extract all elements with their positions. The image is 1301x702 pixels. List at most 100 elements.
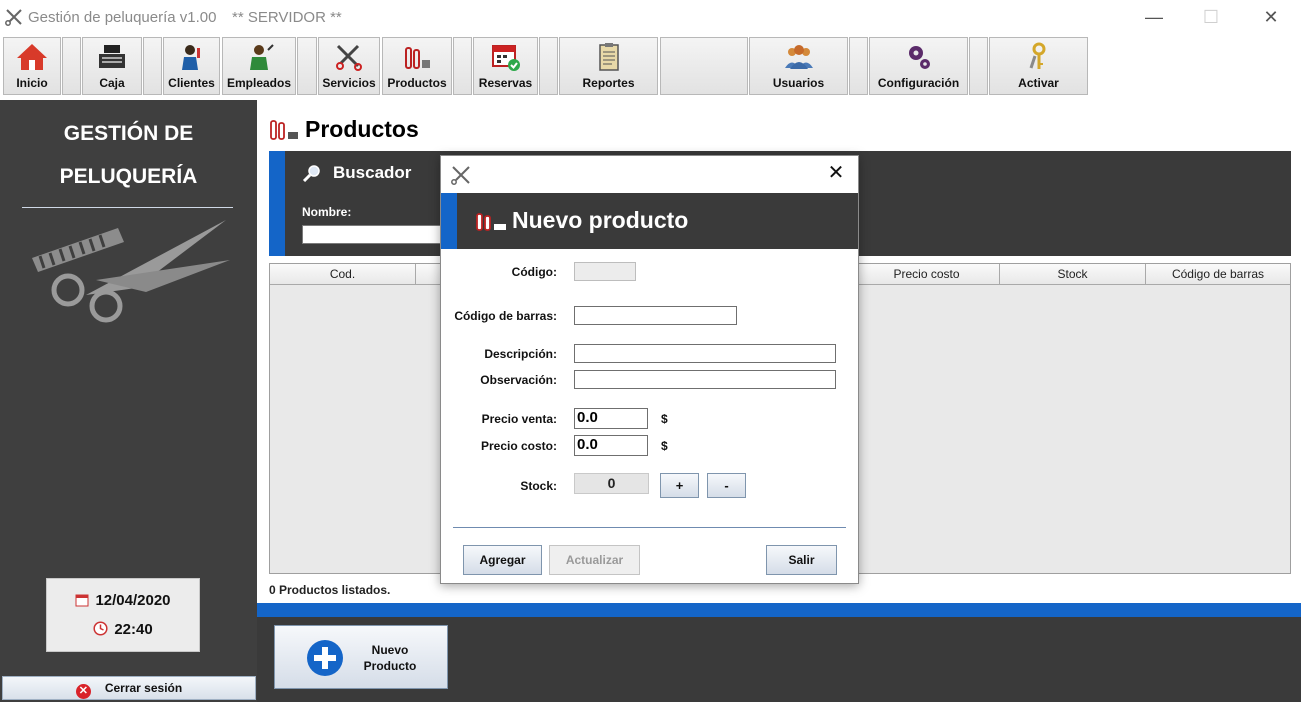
add-button[interactable]: Agregar xyxy=(463,545,542,575)
dialog-header-accent xyxy=(441,193,457,249)
toolbar-spacer xyxy=(143,37,162,95)
magnifier-icon xyxy=(302,165,320,182)
toolbar-reservas-button[interactable]: Reservas xyxy=(473,37,538,95)
calendar-small-icon xyxy=(75,594,89,607)
toolbar-servicios-label: Servicios xyxy=(322,76,376,90)
stock-value: 0 xyxy=(574,473,649,494)
time-row: 22:40 xyxy=(47,621,199,638)
dialog-close-button[interactable]: ✕ xyxy=(824,162,848,186)
observacion-label: Observación: xyxy=(480,373,557,387)
dialog-titlebar: ✕ xyxy=(441,156,858,193)
toolbar-reservas-label: Reservas xyxy=(478,76,533,90)
toolbar-productos-button[interactable]: Productos xyxy=(382,37,452,95)
precio-costo-currency: $ xyxy=(661,439,668,453)
dialog-title: Nuevo producto xyxy=(512,207,689,233)
observacion-field[interactable] xyxy=(574,370,836,389)
scissors-comb-icon xyxy=(451,166,470,185)
logout-label: Cerrar sesión xyxy=(104,681,183,695)
column-header-precio-costo[interactable]: Precio costo xyxy=(854,264,1000,285)
codigo-label: Código: xyxy=(511,265,557,279)
stock-label: Stock: xyxy=(520,479,557,493)
name-label: Nombre: xyxy=(302,205,352,219)
toolbar-clientes-button[interactable]: Clientes xyxy=(163,37,220,95)
toolbar-activar-label: Activar xyxy=(1018,76,1059,90)
precio-venta-label: Precio venta: xyxy=(481,412,557,426)
toolbar-spacer xyxy=(660,37,748,95)
codigo-barras-field[interactable] xyxy=(574,306,737,325)
toolbar-empleados-button[interactable]: Empleados xyxy=(222,37,296,95)
cash-register-icon xyxy=(99,45,125,68)
toolbar-configuracion-button[interactable]: Configuración xyxy=(869,37,968,95)
toolbar-servicios-button[interactable]: Servicios xyxy=(318,37,380,95)
date-time-box: 12/04/2020 22:40 xyxy=(46,578,200,652)
toolbar-configuracion-label: Configuración xyxy=(877,76,960,90)
main-toolbar: Inicio Caja Clientes Empleados Servicios… xyxy=(0,34,1301,100)
logout-button[interactable]: ✕ Cerrar sesión xyxy=(2,676,256,700)
toolbar-inicio-label: Inicio xyxy=(16,76,48,90)
scissors-comb-logo-icon xyxy=(32,220,230,323)
plus-circle-icon xyxy=(307,640,343,676)
new-product-button[interactable]: Nuevo Producto xyxy=(274,625,448,689)
toolbar-activar-button[interactable]: Activar xyxy=(989,37,1088,95)
date-row: 12/04/2020 xyxy=(47,592,199,609)
toolbar-spacer xyxy=(969,37,988,95)
services-icon xyxy=(336,44,362,71)
new-product-dialog: ✕ Nuevo producto Código: Código de barra… xyxy=(440,155,859,584)
server-label: ** SERVIDOR ** xyxy=(232,9,342,26)
search-panel-accent xyxy=(269,151,285,256)
exit-button[interactable]: Salir xyxy=(766,545,837,575)
new-product-label: Nuevo Producto xyxy=(355,642,425,674)
new-product-label-line2: Producto xyxy=(363,659,417,673)
precio-venta-field[interactable]: 0.0 xyxy=(574,408,648,429)
gears-icon xyxy=(908,46,930,69)
products-listed-count: 0 Productos listados. xyxy=(269,583,391,597)
toolbar-spacer xyxy=(62,37,81,95)
toolbar-usuarios-label: Usuarios xyxy=(772,76,825,90)
accent-strip xyxy=(257,603,1301,617)
toolbar-spacer xyxy=(849,37,868,95)
toolbar-spacer xyxy=(539,37,558,95)
current-date: 12/04/2020 xyxy=(95,592,171,609)
page-title: Productos xyxy=(305,116,419,142)
toolbar-caja-label: Caja xyxy=(99,76,125,90)
stock-decrement-button[interactable]: - xyxy=(707,473,746,498)
toolbar-reportes-label: Reportes xyxy=(582,76,635,90)
sidebar-title-line1: GESTIÓN DE xyxy=(63,122,194,145)
scissors-comb-icon xyxy=(5,9,22,26)
column-header-cod[interactable]: Cod. xyxy=(270,264,416,285)
codigo-field xyxy=(574,262,636,281)
dialog-body: Código: Código de barras: Descripción: O… xyxy=(441,249,858,583)
toolbar-usuarios-button[interactable]: Usuarios xyxy=(749,37,848,95)
descripcion-label: Descripción: xyxy=(484,347,557,361)
report-icon xyxy=(598,43,619,71)
toolbar-caja-button[interactable]: Caja xyxy=(82,37,142,95)
toolbar-reportes-button[interactable]: Reportes xyxy=(559,37,658,95)
clock-icon xyxy=(93,621,108,636)
precio-costo-field[interactable]: 0.0 xyxy=(574,435,648,456)
window-titlebar: Gestión de peluquería v1.00 ** SERVIDOR … xyxy=(0,0,1301,34)
dialog-header: Nuevo producto xyxy=(441,193,858,249)
minimize-button[interactable]: — xyxy=(1131,4,1177,32)
stock-increment-button[interactable]: + xyxy=(660,473,699,498)
new-product-label-line1: Nuevo xyxy=(371,643,409,657)
close-window-button[interactable]: ✕ xyxy=(1248,4,1294,32)
toolbar-clientes-label: Clientes xyxy=(168,76,215,90)
toolbar-inicio-button[interactable]: Inicio xyxy=(3,37,61,95)
sidebar-divider xyxy=(22,207,233,208)
maximize-button[interactable]: ☐ xyxy=(1188,4,1234,32)
toolbar-spacer xyxy=(297,37,317,95)
update-button[interactable]: Actualizar xyxy=(549,545,640,575)
products-icon xyxy=(476,213,506,231)
calendar-icon xyxy=(491,45,520,71)
descripcion-field[interactable] xyxy=(574,344,836,363)
products-icon xyxy=(270,120,298,140)
sidebar: GESTIÓN DE PELUQUERÍA 12/04/2020 22:40 xyxy=(0,100,257,702)
column-header-codigo-barras[interactable]: Código de barras xyxy=(1146,264,1290,285)
precio-venta-currency: $ xyxy=(661,412,668,426)
toolbar-spacer xyxy=(453,37,472,95)
toolbar-empleados-label: Empleados xyxy=(226,76,292,90)
codigo-barras-label: Código de barras: xyxy=(454,309,557,323)
toolbar-productos-label: Productos xyxy=(387,76,447,90)
products-icon xyxy=(405,47,430,69)
column-header-stock[interactable]: Stock xyxy=(1000,264,1146,285)
